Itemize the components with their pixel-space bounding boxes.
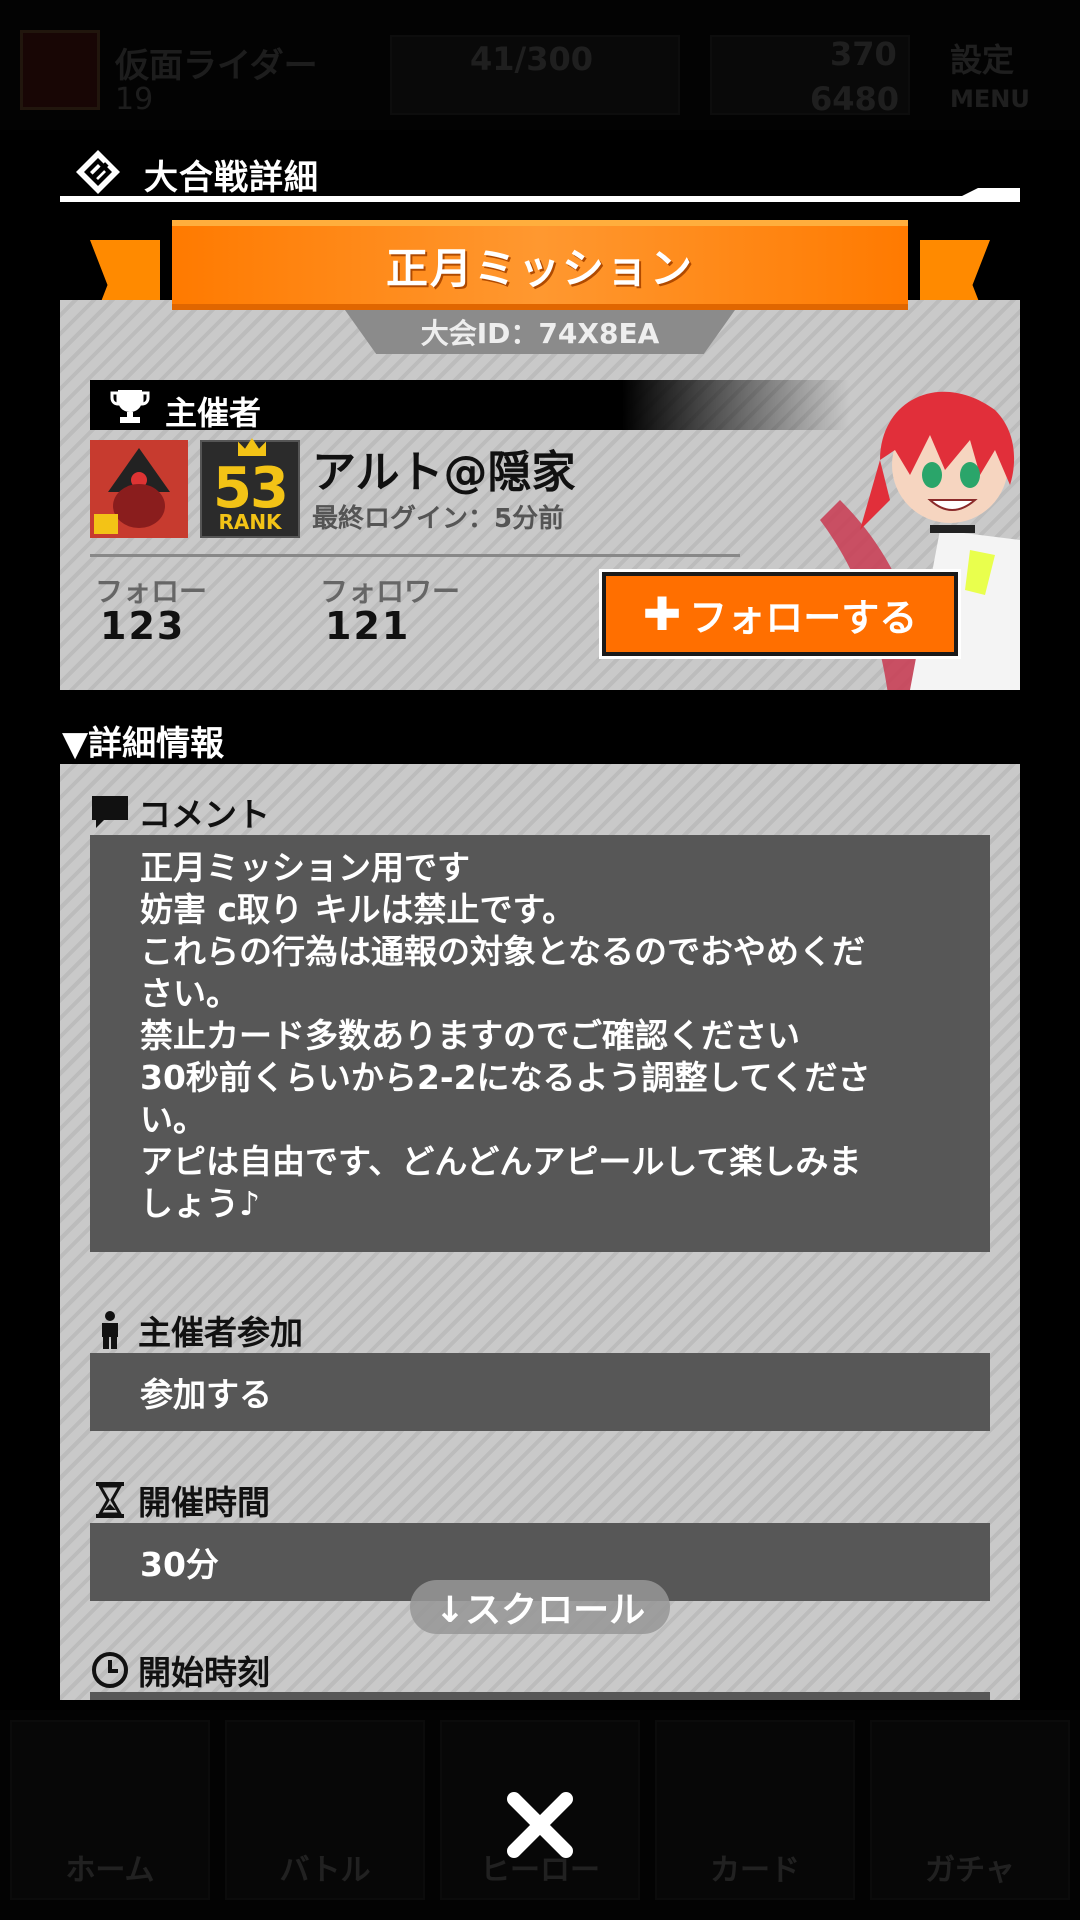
- start-time-heading: 開始時刻: [90, 1646, 270, 1694]
- speech-bubble-icon: [92, 796, 128, 828]
- crown-icon: [238, 438, 266, 456]
- bg-menu-button: MENU: [950, 85, 1030, 113]
- page-title: 大合戦詳細: [144, 158, 319, 198]
- host-participation-value: 参加する: [90, 1353, 990, 1431]
- bg-tab-card: [655, 1720, 855, 1900]
- comment-line: これらの行為は通報の対象となるのでおやめくだ: [140, 932, 866, 971]
- comment-label: コメント: [138, 795, 270, 834]
- bg-currency-1: 370: [830, 35, 897, 73]
- comment-box: 正月ミッション用です 妨害 c取り キルは禁止です。 これらの行為は通報の対象と…: [90, 835, 990, 1252]
- bg-player-name: 仮面ライダー: [115, 46, 318, 86]
- comment-line: 正月ミッション用です: [140, 848, 470, 887]
- start-time-value: [90, 1692, 990, 1700]
- hourglass-icon: [96, 1482, 124, 1518]
- host-participation-heading: 主催者参加: [90, 1306, 303, 1354]
- bg-tab-home: [10, 1720, 210, 1900]
- dialog-header: 大合戦詳細: [60, 140, 1020, 202]
- bg-settings-button: 設定: [950, 41, 1015, 79]
- host-divider: [90, 554, 740, 557]
- clock-icon: [92, 1652, 128, 1688]
- person-icon: [102, 1311, 118, 1349]
- comment-line: しょう♪: [140, 1184, 261, 1223]
- comment-line: 禁止カード多数ありますのでご確認ください: [140, 1016, 800, 1055]
- bg-tab-battle: [225, 1720, 425, 1900]
- tournament-id: 大会ID：74X8EA: [345, 310, 735, 354]
- details-section-title: ▼詳細情報: [62, 724, 225, 764]
- host-name: アルト@隠家: [312, 447, 576, 498]
- close-icon[interactable]: [500, 1785, 580, 1865]
- bg-tab-home-label: ホーム: [65, 1853, 155, 1888]
- trophy-icon: [110, 390, 150, 423]
- follow-button-label: フォローする: [689, 595, 918, 640]
- duration-heading: 開催時間: [90, 1476, 270, 1524]
- tournament-name: 正月ミッション: [385, 243, 694, 293]
- bg-currency-2: 6480: [810, 80, 900, 118]
- tournament-title-ribbon: 正月ミッション: [172, 220, 908, 310]
- bg-player-avatar: [20, 30, 100, 110]
- bg-status-bar: [0, 0, 1080, 130]
- start-time-label: 開始時刻: [138, 1653, 270, 1692]
- duration-label: 開催時間: [138, 1483, 270, 1522]
- comment-line: さい。: [140, 974, 239, 1013]
- bg-tab-gacha-label: ガチャ: [925, 1853, 1015, 1888]
- follow-button[interactable]: ✚ フォローする: [602, 572, 958, 656]
- follower-count: 121: [325, 604, 411, 648]
- host-section-label: 主催者: [165, 394, 262, 432]
- comment-line: 妨害 c取り キルは禁止です。: [140, 890, 576, 929]
- host-section-bar: 主催者: [90, 380, 850, 432]
- host-avatar-image: [90, 440, 188, 538]
- follow-count: 123: [100, 604, 186, 648]
- comment-heading: コメント: [90, 788, 270, 836]
- avatar[interactable]: [90, 440, 188, 538]
- comment-line: アピは自由です、どんどんアピールして楽しみま: [140, 1142, 862, 1181]
- bg-stamina: 41/300: [470, 40, 594, 78]
- diamond-logo-icon: [76, 150, 120, 194]
- header-underline-tip: [950, 188, 1020, 202]
- comment-line: 30秒前くらいから2-2になるよう調整してくださ: [140, 1058, 871, 1097]
- bg-tab-gacha: [870, 1720, 1070, 1900]
- scroll-hint: ↓スクロール: [410, 1580, 670, 1634]
- host-participation-label: 主催者参加: [138, 1313, 303, 1352]
- bg-player-level: 19: [115, 82, 154, 117]
- comment-line: い。: [140, 1100, 206, 1139]
- rank-word: RANK: [218, 510, 282, 534]
- bg-currency-box: [710, 35, 910, 115]
- rank-badge: 53 RANK: [200, 438, 300, 538]
- header-underline: [60, 196, 1020, 202]
- host-last-login: 最終ログイン：5分前: [312, 504, 565, 534]
- bg-stamina-box: [390, 35, 680, 115]
- plus-icon: ✚: [642, 587, 682, 641]
- bg-tab-battle-label: バトル: [279, 1853, 371, 1888]
- bg-tab-card-label: カード: [710, 1853, 800, 1888]
